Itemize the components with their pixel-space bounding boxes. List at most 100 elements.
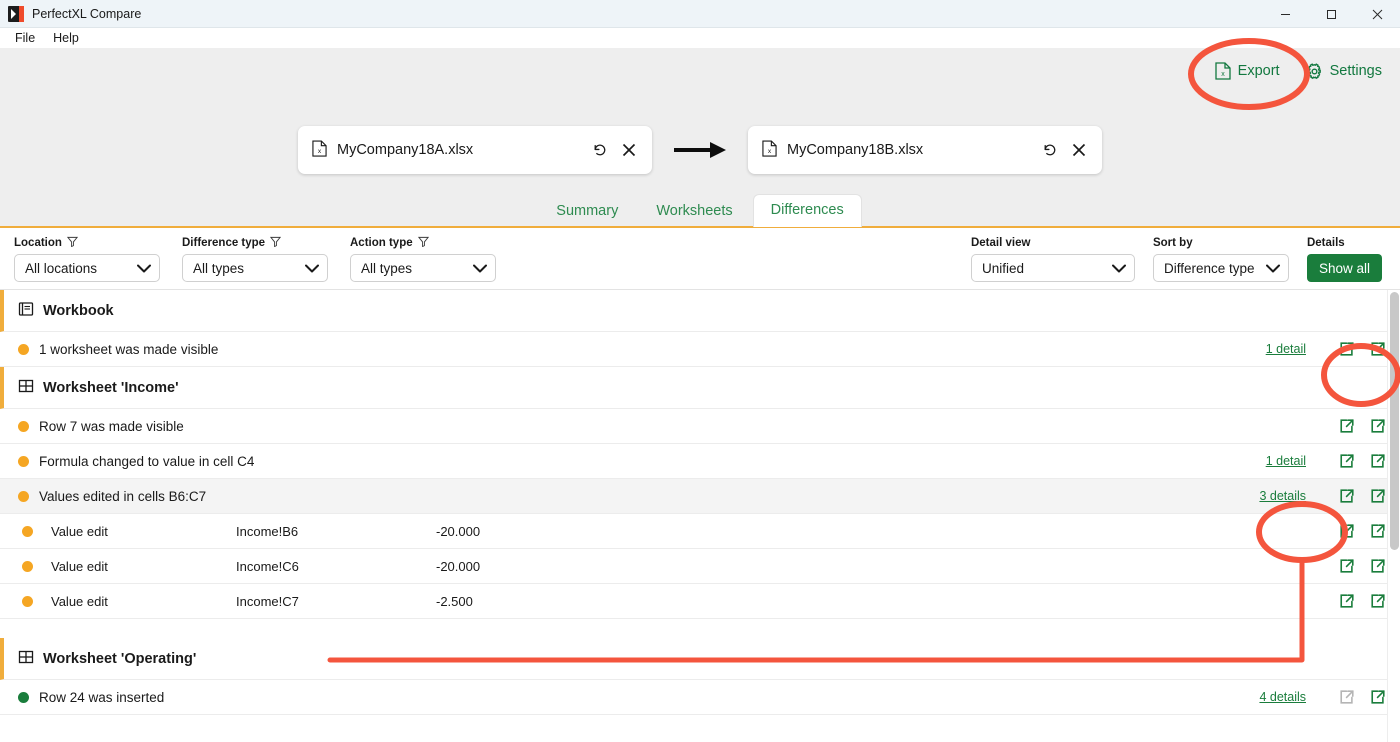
settings-button[interactable]: Settings bbox=[1306, 63, 1382, 80]
status-badge bbox=[22, 561, 33, 572]
filter-action-type: Action type All types bbox=[350, 236, 496, 282]
top-toolbar: x Export Settings bbox=[1215, 62, 1382, 80]
undo-icon[interactable] bbox=[1041, 141, 1059, 159]
detail-value: -2.500 bbox=[436, 594, 696, 609]
list-scrollbar[interactable] bbox=[1387, 290, 1400, 742]
show-all-button[interactable]: Show all bbox=[1307, 254, 1382, 282]
tab-summary[interactable]: Summary bbox=[538, 195, 636, 228]
open-right-icon[interactable] bbox=[1369, 689, 1386, 706]
filter-action-type-label: Action type bbox=[350, 236, 496, 249]
row-action-icons bbox=[1324, 341, 1386, 358]
open-left-icon[interactable] bbox=[1338, 523, 1355, 540]
file-card-left-actions bbox=[591, 141, 638, 159]
row-action-icons bbox=[1324, 453, 1386, 470]
detail-type: Value edit bbox=[51, 594, 236, 609]
chevron-down-icon bbox=[305, 261, 319, 276]
open-right-icon[interactable] bbox=[1369, 341, 1386, 358]
detail-row[interactable]: Value edit Income!C7 -2.500 bbox=[0, 584, 1400, 619]
section-title: Workbook bbox=[43, 303, 114, 319]
detail-count-link[interactable]: 4 details bbox=[1259, 690, 1306, 704]
minimize-button[interactable] bbox=[1262, 0, 1308, 28]
header-panel: x Export Settings x M bbox=[0, 48, 1400, 228]
file-card-right[interactable]: x MyCompany18B.xlsx bbox=[748, 126, 1102, 174]
detail-value: -20.000 bbox=[436, 559, 696, 574]
filter-bar: Location All locations Difference type A… bbox=[0, 228, 1400, 290]
detail-count-link[interactable]: 1 detail bbox=[1266, 454, 1306, 468]
tab-differences[interactable]: Differences bbox=[753, 194, 862, 228]
open-left-icon-disabled bbox=[1338, 689, 1355, 706]
difference-row[interactable]: Row 24 was inserted 4 details bbox=[0, 680, 1400, 715]
filter-difference-type-label: Difference type bbox=[182, 236, 328, 249]
row-action-icons bbox=[1324, 558, 1386, 575]
filter-funnel-icon bbox=[270, 236, 281, 250]
maximize-button[interactable] bbox=[1308, 0, 1354, 28]
undo-icon[interactable] bbox=[591, 141, 609, 159]
filter-difference-type-text: Difference type bbox=[182, 237, 265, 249]
workbook-icon bbox=[18, 301, 34, 320]
sort-by-select[interactable]: Difference type bbox=[1153, 254, 1289, 282]
export-label: Export bbox=[1238, 63, 1280, 79]
file-card-right-actions bbox=[1041, 141, 1088, 159]
open-left-icon[interactable] bbox=[1338, 558, 1355, 575]
filter-action-type-text: Action type bbox=[350, 237, 413, 249]
row-action-icons bbox=[1324, 593, 1386, 610]
open-right-icon[interactable] bbox=[1369, 523, 1386, 540]
detail-row[interactable]: Value edit Income!B6 -20.000 bbox=[0, 514, 1400, 549]
open-right-icon[interactable] bbox=[1369, 418, 1386, 435]
close-icon[interactable] bbox=[620, 141, 638, 159]
open-right-icon[interactable] bbox=[1369, 453, 1386, 470]
detail-row[interactable]: Value edit Income!C6 -20.000 bbox=[0, 549, 1400, 584]
open-left-icon[interactable] bbox=[1338, 341, 1355, 358]
menu-item-file[interactable]: File bbox=[8, 29, 42, 47]
chevron-down-icon bbox=[1266, 261, 1280, 276]
action-type-select-value: All types bbox=[361, 261, 412, 276]
window-title: PerfectXL Compare bbox=[32, 7, 141, 21]
open-right-icon[interactable] bbox=[1369, 593, 1386, 610]
export-button[interactable]: x Export bbox=[1215, 62, 1280, 80]
section-header-workbook: Workbook bbox=[0, 290, 1400, 332]
action-type-select[interactable]: All types bbox=[350, 254, 496, 282]
close-icon[interactable] bbox=[1070, 141, 1088, 159]
open-right-icon[interactable] bbox=[1369, 488, 1386, 505]
open-left-icon[interactable] bbox=[1338, 453, 1355, 470]
row-action-icons bbox=[1324, 488, 1386, 505]
file-selection-row: x MyCompany18A.xlsx bbox=[0, 126, 1400, 174]
open-right-icon[interactable] bbox=[1369, 558, 1386, 575]
section-title: Worksheet 'Operating' bbox=[43, 651, 196, 667]
difference-row[interactable]: 1 worksheet was made visible 1 detail bbox=[0, 332, 1400, 367]
settings-label: Settings bbox=[1330, 63, 1382, 79]
filter-difference-type: Difference type All types bbox=[182, 236, 328, 282]
location-select[interactable]: All locations bbox=[14, 254, 160, 282]
difference-row[interactable]: Values edited in cells B6:C7 3 details bbox=[0, 479, 1400, 514]
detail-count-link[interactable]: 1 detail bbox=[1266, 342, 1306, 356]
status-badge bbox=[18, 344, 29, 355]
open-left-icon[interactable] bbox=[1338, 593, 1355, 610]
open-left-icon[interactable] bbox=[1338, 418, 1355, 435]
tab-worksheets[interactable]: Worksheets bbox=[638, 195, 750, 228]
file-card-left[interactable]: x MyCompany18A.xlsx bbox=[298, 126, 652, 174]
difference-row[interactable]: Formula changed to value in cell C4 1 de… bbox=[0, 444, 1400, 479]
menu-item-help[interactable]: Help bbox=[46, 29, 86, 47]
window-controls bbox=[1262, 0, 1400, 28]
detail-value: -20.000 bbox=[436, 524, 696, 539]
difference-text: Row 24 was inserted bbox=[39, 690, 164, 705]
excel-file-icon: x bbox=[1215, 62, 1231, 80]
status-badge bbox=[22, 596, 33, 607]
close-button[interactable] bbox=[1354, 0, 1400, 28]
location-select-value: All locations bbox=[25, 261, 97, 276]
arrow-right-icon bbox=[652, 140, 748, 160]
detail-view-select[interactable]: Unified bbox=[971, 254, 1135, 282]
scrollbar-thumb[interactable] bbox=[1390, 292, 1399, 550]
detail-view-select-value: Unified bbox=[982, 261, 1024, 276]
row-action-icons bbox=[1324, 418, 1386, 435]
difference-row[interactable]: Row 7 was made visible bbox=[0, 409, 1400, 444]
filter-location-text: Location bbox=[14, 237, 62, 249]
worksheet-grid-icon bbox=[18, 378, 34, 397]
title-bar: PerfectXL Compare bbox=[0, 0, 1400, 28]
open-left-icon[interactable] bbox=[1338, 488, 1355, 505]
filter-location: Location All locations bbox=[14, 236, 160, 282]
filter-sort-by: Sort by Difference type bbox=[1153, 236, 1289, 282]
detail-count-link[interactable]: 3 details bbox=[1259, 489, 1306, 503]
difference-type-select[interactable]: All types bbox=[182, 254, 328, 282]
detail-type: Value edit bbox=[51, 524, 236, 539]
